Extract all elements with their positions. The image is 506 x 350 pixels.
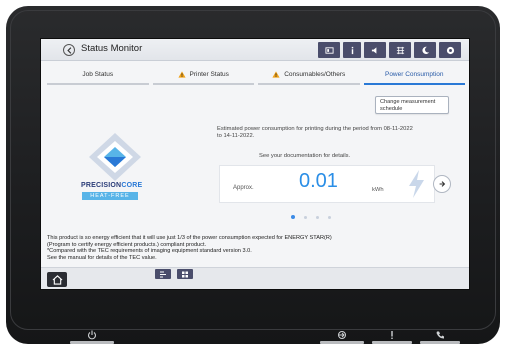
- lightning-icon: [409, 170, 424, 198]
- logo-band: HEAT-FREE: [82, 192, 138, 200]
- change-measurement-schedule-button[interactable]: Change measurement schedule: [375, 96, 449, 114]
- exclamation-icon: [391, 331, 393, 339]
- logo-word-a: PRECISION: [81, 182, 122, 189]
- scan-icon: [160, 271, 166, 277]
- power-button-bar: [70, 341, 114, 344]
- precision-core-logo-icon: [89, 133, 141, 181]
- footnote-line: See the manual for details of the TEC va…: [47, 254, 157, 261]
- info-button[interactable]: [343, 42, 361, 58]
- speaker-button[interactable]: [364, 42, 386, 58]
- fax-indicator-bar: [420, 341, 460, 344]
- touch-screen: Status Monitor Job Status Printer Status…: [40, 38, 470, 290]
- apps-button[interactable]: [177, 269, 193, 279]
- scan-button[interactable]: [155, 269, 171, 279]
- page-dot: [291, 215, 295, 219]
- page-indicator: [291, 215, 331, 219]
- home-button[interactable]: [47, 272, 67, 287]
- phone-icon: [436, 331, 444, 339]
- warning-icon: [177, 70, 186, 78]
- back-button[interactable]: [63, 44, 75, 56]
- network-button[interactable]: [389, 42, 411, 58]
- estimate-text: Estimated power consumption for printing…: [217, 126, 413, 139]
- title-bar: Status Monitor: [41, 39, 469, 61]
- help-icon: [446, 46, 454, 54]
- tab-job-status[interactable]: Job Status: [47, 65, 149, 85]
- page-dot: [328, 215, 331, 219]
- network-icon: [396, 46, 404, 54]
- moon-icon: [421, 46, 429, 54]
- power-value: 0.01: [299, 170, 338, 192]
- data-indicator-icon: [338, 331, 346, 339]
- tab-label: Consumables/Others: [284, 70, 346, 78]
- data-indicator-bar: [320, 341, 364, 344]
- power-icon: [87, 330, 97, 340]
- arrow-left-icon: [66, 46, 71, 54]
- bottom-bar: [41, 267, 469, 289]
- grid-icon: [182, 271, 188, 277]
- tab-power-consumption[interactable]: Power Consumption: [363, 65, 465, 85]
- approx-label: Approx.: [233, 185, 254, 191]
- tab-label: Power Consumption: [384, 70, 444, 78]
- info-icon: [351, 46, 353, 54]
- arrow-right-icon: [439, 181, 446, 187]
- help-button[interactable]: [439, 42, 461, 58]
- sleep-button[interactable]: [414, 42, 436, 58]
- window-title: Status Monitor: [81, 43, 143, 54]
- home-icon: [52, 274, 62, 285]
- tab-label: Job Status: [82, 70, 114, 78]
- speaker-icon: [371, 46, 376, 54]
- toolbar-icons: [318, 42, 461, 58]
- page-dot: [304, 215, 307, 219]
- error-indicator-bar: [372, 341, 412, 344]
- id-card-button[interactable]: [318, 42, 340, 58]
- tab-printer-status[interactable]: Printer Status: [152, 65, 254, 85]
- next-page-button[interactable]: [433, 175, 451, 193]
- tab-label: Printer Status: [189, 70, 229, 78]
- logo-wordmark: PRECISIONCORE: [81, 182, 142, 189]
- documentation-note: See your documentation for details.: [259, 153, 351, 159]
- logo-word-b: CORE: [121, 182, 143, 189]
- tab-consumables-others[interactable]: Consumables/Others: [258, 65, 360, 85]
- page-dot: [316, 215, 319, 219]
- power-unit: kWh: [372, 187, 384, 193]
- id-card-icon: [324, 46, 334, 54]
- energy-footnote: This product is so energy efficient that…: [47, 235, 467, 261]
- warning-icon: [272, 70, 280, 78]
- status-tabs: Job Status Printer Status Consumables/Ot…: [47, 65, 465, 85]
